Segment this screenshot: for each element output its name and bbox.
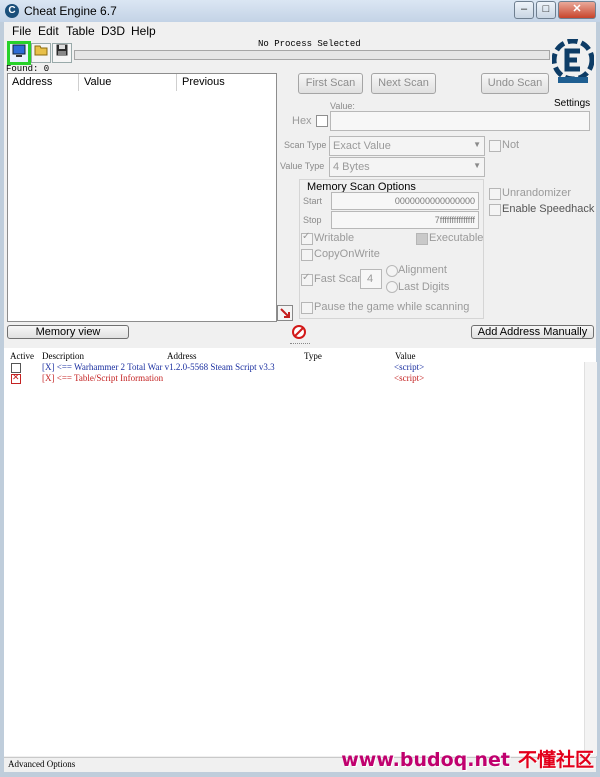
settings-link[interactable]: Settings <box>554 98 590 109</box>
value-type-label: Value Type <box>280 161 325 171</box>
speedhack-label: Enable Speedhack <box>502 203 595 215</box>
table-row-value[interactable]: <script> <box>394 362 424 372</box>
watermark-text: 不懂社区 <box>517 749 594 771</box>
value-input[interactable] <box>330 111 590 131</box>
value-type-select[interactable]: 4 Bytes ▼ <box>329 157 485 177</box>
addr-col-address[interactable]: Address <box>167 351 197 361</box>
stop-label: Stop <box>303 215 322 225</box>
floppy-icon <box>56 44 68 56</box>
unrandomizer-checkbox[interactable] <box>489 188 501 200</box>
clear-list-button[interactable] <box>292 325 306 339</box>
column-previous[interactable]: Previous <box>182 76 225 88</box>
value-label: Value: <box>330 101 355 111</box>
table-row-description[interactable]: [X] <== Table/Script Information <box>42 373 163 383</box>
alignment-label: Alignment <box>398 264 447 276</box>
speedhack-checkbox[interactable] <box>489 204 501 216</box>
window-title: Cheat Engine 6.7 <box>24 4 117 18</box>
menu-table[interactable]: Table <box>66 24 95 38</box>
hex-checkbox[interactable] <box>316 115 328 127</box>
close-button[interactable]: ✕ <box>558 1 596 19</box>
addr-col-active[interactable]: Active <box>10 351 34 361</box>
watermark: www.budoq.net 不懂社区 <box>341 745 594 772</box>
addr-col-type[interactable]: Type <box>304 351 322 361</box>
cheat-engine-app-icon[interactable]: C <box>5 4 19 18</box>
minimize-button[interactable]: – <box>514 1 534 19</box>
column-value[interactable]: Value <box>84 76 111 88</box>
advanced-options-link[interactable]: Advanced Options <box>8 759 75 769</box>
fast-scan-label: Fast Scan <box>314 273 364 285</box>
fast-scan-checkbox[interactable] <box>301 272 313 286</box>
scan-results-list[interactable]: Address Value Previous <box>7 73 277 322</box>
writable-label: Writable <box>314 232 355 244</box>
save-button[interactable] <box>52 43 72 63</box>
fast-scan-input[interactable]: 4 <box>360 269 382 289</box>
table-row-description[interactable]: [X] <== Warhammer 2 Total War v1.2.0-556… <box>42 362 275 372</box>
alignment-radio[interactable] <box>386 265 398 277</box>
stop-address-input[interactable]: 7fffffffffffffff <box>331 211 479 229</box>
last-digits-radio[interactable] <box>386 281 398 293</box>
addr-col-value[interactable]: Value <box>395 351 416 361</box>
next-scan-button[interactable]: Next Scan <box>371 73 436 94</box>
menu-d3d[interactable]: D3D <box>101 24 125 38</box>
scan-progress-bar <box>74 50 550 60</box>
address-list-scrollbar[interactable] <box>584 362 597 756</box>
last-digits-label: Last Digits <box>398 281 450 293</box>
computer-icon <box>12 44 26 57</box>
red-arrow-icon <box>280 308 290 318</box>
scan-type-value: Exact Value <box>333 140 391 152</box>
start-address-input[interactable]: 0000000000000000 <box>331 192 479 210</box>
add-address-manually-button[interactable]: Add Address Manually <box>471 325 594 339</box>
address-list[interactable] <box>4 348 596 756</box>
column-address[interactable]: Address <box>12 76 52 88</box>
hex-label: Hex <box>292 115 312 127</box>
menu-edit[interactable]: Edit <box>38 24 59 38</box>
first-scan-button[interactable]: First Scan <box>298 73 363 94</box>
process-label: No Process Selected <box>258 39 361 49</box>
copyonwrite-checkbox[interactable] <box>301 249 313 261</box>
cheat-engine-logo-icon <box>551 38 595 83</box>
watermark-url: www.budoq.net <box>341 749 510 771</box>
cheat-engine-logo[interactable] <box>551 38 595 85</box>
start-label: Start <box>303 196 323 206</box>
pause-game-label: Pause the game while scanning <box>314 301 470 313</box>
column-separator <box>78 74 79 91</box>
no-entry-icon <box>292 325 306 339</box>
splitter-handle[interactable] <box>290 343 310 345</box>
chevron-down-icon: ▼ <box>473 140 481 149</box>
value-type-value: 4 Bytes <box>333 161 370 173</box>
undo-scan-button[interactable]: Undo Scan <box>481 73 549 94</box>
stop-address-value: 7fffffffffffffff <box>434 215 475 225</box>
chevron-down-icon: ▼ <box>473 161 481 170</box>
column-separator <box>176 74 177 91</box>
copyonwrite-label: CopyOnWrite <box>314 248 380 260</box>
not-label: Not <box>502 139 520 151</box>
maximize-button[interactable]: □ <box>536 1 556 19</box>
menu-file[interactable]: File <box>12 24 31 38</box>
memory-view-button[interactable]: Memory view <box>7 325 129 339</box>
table-row-value[interactable]: <script> <box>394 373 424 383</box>
unrandomizer-label: Unrandomizer <box>502 187 572 199</box>
start-address-value: 0000000000000000 <box>394 196 475 206</box>
not-checkbox[interactable] <box>489 140 501 152</box>
addr-col-description[interactable]: Description <box>42 351 84 361</box>
folder-icon <box>34 45 48 56</box>
row-active-checkbox[interactable] <box>11 372 21 384</box>
pause-game-checkbox[interactable] <box>301 302 313 314</box>
menu-help[interactable]: Help <box>131 24 156 38</box>
scan-type-label: Scan Type <box>284 140 327 150</box>
fast-scan-value: 4 <box>367 273 374 285</box>
open-file-button[interactable] <box>31 43 51 63</box>
writable-checkbox[interactable] <box>301 231 313 245</box>
open-process-button[interactable] <box>7 41 31 65</box>
copy-to-addresslist-button[interactable] <box>277 305 293 321</box>
executable-checkbox[interactable] <box>416 233 428 245</box>
executable-label: Executable <box>429 232 484 244</box>
scan-type-select[interactable]: Exact Value ▼ <box>329 136 485 156</box>
